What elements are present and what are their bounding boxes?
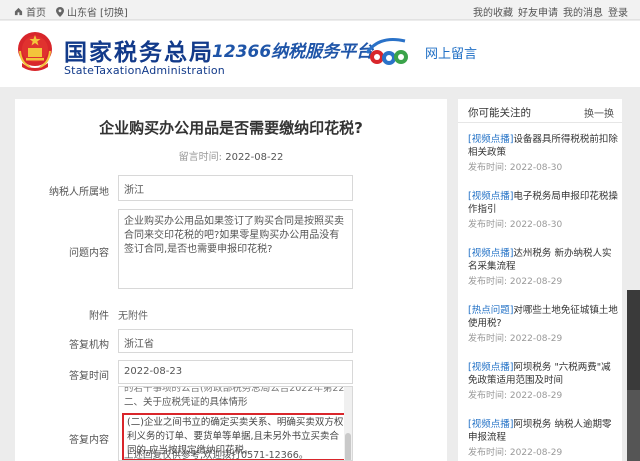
location-pin-icon [56,6,64,17]
home-link[interactable]: 首页 [14,4,46,19]
reply-tail-text: 上述回复仅供参考,欢迎拨打0571-12366。 [124,450,309,461]
taxpayer-location-label: 纳税人所属地 [49,187,109,198]
region-label: 山东省 [67,8,97,19]
post-date-value: 2022-08-22 [225,152,284,163]
list-item[interactable]: [视频点播]达州税务 新办纳税人实名采集流程 发布时间: 2022-08-29 [468,247,618,289]
site-header: 国家税务总局 StateTaxationAdministration 12366… [0,21,640,87]
news-date-label: 发布时间: [468,391,508,401]
edge-decoration [627,290,640,390]
list-item[interactable]: [视频点播]电子税务局申报印花税操作指引 发布时间: 2022-08-30 [468,190,618,232]
reply-time-field: 2022-08-23 [118,360,353,384]
platform-logo-icon [365,38,408,65]
news-date: 2022-08-29 [509,391,563,401]
reply-org-field: 浙江省 [118,329,353,353]
news-date-label: 发布时间: [468,334,508,344]
list-item[interactable]: [视频点播]阿坝税务 纳税人逾期零申报流程 发布时间: 2022-08-29 [468,418,618,460]
sidebar-header: 你可能关注的 换一换 [458,99,622,123]
reply-org-label: 答复机构 [69,340,109,351]
news-date: 2022-08-29 [509,448,563,458]
question-label: 问题内容 [69,248,109,259]
news-date-label: 发布时间: [468,220,508,230]
site-title: 国家税务总局 [64,40,214,66]
sidebar-title: 你可能关注的 [468,107,531,119]
friend-requests-link[interactable]: 好友申请 [518,4,558,19]
edge-decoration [627,390,640,461]
news-date: 2022-08-29 [509,334,563,344]
home-icon [14,7,23,16]
attachment-label: 附件 [89,311,109,322]
question-content-field: 企业购买办公用品如果签订了购买合同是按照买卖合同来交印花税的吧?如果零星购买办公… [118,209,353,289]
user-links: 我的收藏 好友申请 我的消息 登录 [473,4,628,19]
question-detail-panel: 企业购买办公用品是否需要缴纳印花税? 留言时间: 2022-08-22 纳税人所… [15,99,447,461]
attachment-value: 无附件 [118,311,148,322]
site-subtitle-en: StateTaxationAdministration [64,64,225,77]
region-selector[interactable]: 山东省 [切换] [56,4,128,19]
news-tag: [视频点播] [468,134,514,145]
list-item[interactable]: [视频点播]设备器具所得税税前扣除相关政策 发布时间: 2022-08-30 [468,133,618,175]
list-item[interactable]: [视频点播]阿坝税务 "六税两费"减免政策适用范围及时间 发布时间: 2022-… [468,361,618,403]
login-link[interactable]: 登录 [608,4,628,19]
news-tag: [热点问题] [468,305,514,316]
reply-line: 二、关于应税凭证的具体情形 [124,397,248,408]
post-date-label: 留言时间: [178,152,223,163]
region-switch-link[interactable]: [切换] [100,4,128,19]
my-favorites-link[interactable]: 我的收藏 [473,4,513,19]
news-date: 2022-08-29 [509,277,563,287]
national-emblem-icon[interactable] [16,29,54,75]
news-tag: [视频点播] [468,191,514,202]
news-date-label: 发布时间: [468,277,508,287]
news-date: 2022-08-30 [509,220,563,230]
reply-line: 的若干事项的公告(财政部税务总局公告2022年第22号)规定: [124,386,353,394]
my-messages-link[interactable]: 我的消息 [563,4,603,19]
news-tag: [视频点播] [468,362,514,373]
reply-time-label: 答复时间 [69,371,109,382]
home-label: 首页 [26,8,46,19]
reply-content-label: 答复内容 [69,435,109,446]
service-platform-title: 12366纳税服务平台 [212,42,374,62]
news-date-label: 发布时间: [468,163,508,173]
top-bar: 首页 山东省 [切换] 我的收藏 好友申请 我的消息 登录 [0,0,640,20]
taxpayer-location-field: 浙江 [118,175,353,201]
post-date: 留言时间: 2022-08-22 [15,148,447,163]
news-tag: [视频点播] [468,248,514,259]
related-sidebar: 你可能关注的 换一换 [视频点播]设备器具所得税税前扣除相关政策 发布时间: 2… [458,99,622,461]
news-date-label: 发布时间: [468,448,508,458]
reply-scrollbar-thumb[interactable] [345,433,351,460]
reply-content-box[interactable]: 的若干事项的公告(财政部税务总局公告2022年第22号)规定: 二、关于应税凭证… [118,386,353,461]
online-message-link[interactable]: 网上留言 [425,43,477,62]
news-date: 2022-08-30 [509,163,563,173]
refresh-recommendations-button[interactable]: 换一换 [584,105,614,120]
page-title: 企业购买办公用品是否需要缴纳印花税? [99,119,363,137]
reply-scrollbar[interactable] [344,387,352,460]
news-tag: [视频点播] [468,419,514,430]
list-item[interactable]: [热点问题]对哪些土地免征城镇土地使用税? 发布时间: 2022-08-29 [468,304,618,346]
